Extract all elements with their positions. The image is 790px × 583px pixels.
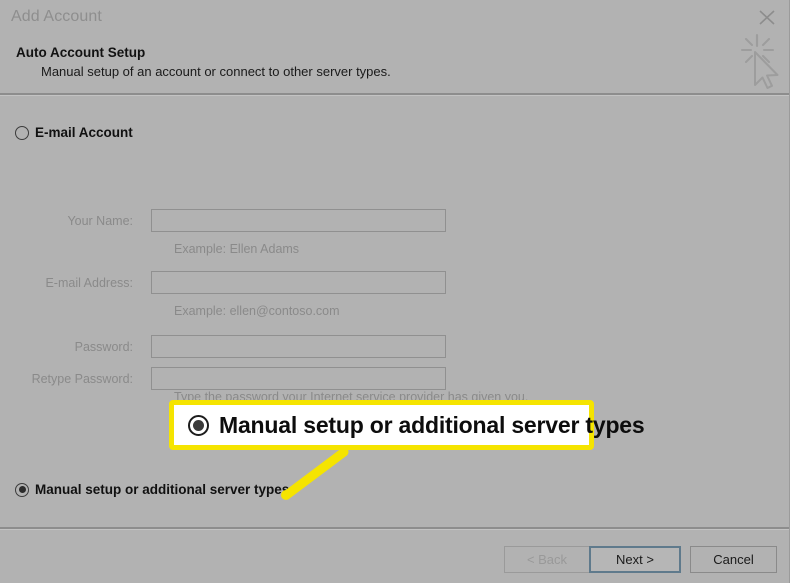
your-name-input[interactable] — [151, 209, 446, 232]
radio-email-account-label: E-mail Account — [35, 125, 133, 140]
cancel-button[interactable]: Cancel — [690, 546, 777, 573]
password-label: Password: — [74, 340, 133, 354]
radio-email-account[interactable]: E-mail Account — [15, 125, 133, 140]
email-address-hint: Example: ellen@contoso.com — [174, 304, 340, 318]
password-input[interactable] — [151, 335, 446, 358]
page-subtitle: Manual setup of an account or connect to… — [41, 64, 391, 79]
radio-circle-icon — [15, 125, 29, 140]
radio-manual-setup[interactable]: Manual setup or additional server types — [15, 482, 289, 497]
your-name-label: Your Name: — [67, 214, 133, 228]
callout-manual-setup: Manual setup or additional server types — [169, 400, 645, 450]
callout-radio-selected-icon — [188, 414, 209, 436]
add-account-dialog: Add Account Auto Account Setup Manual se… — [0, 0, 790, 583]
back-button[interactable]: < Back — [504, 546, 590, 573]
retype-password-input[interactable] — [151, 367, 446, 390]
window-title: Add Account — [11, 8, 102, 25]
dialog-header: Auto Account Setup Manual setup of an ac… — [0, 34, 790, 93]
radio-circle-selected-icon — [15, 482, 29, 497]
callout-label: Manual setup or additional server types — [219, 411, 645, 438]
your-name-hint: Example: Ellen Adams — [174, 242, 300, 256]
footer-divider — [0, 527, 790, 530]
radio-manual-setup-label: Manual setup or additional server types — [35, 482, 290, 497]
title-bar: Add Account — [0, 0, 790, 34]
close-icon[interactable] — [756, 7, 778, 27]
header-divider — [0, 93, 790, 96]
dialog-footer: < Back Next > Cancel — [0, 530, 790, 583]
next-button[interactable]: Next > — [589, 546, 681, 573]
dialog-body: E-mail Account Your Name: Example: Ellen… — [0, 96, 790, 527]
email-address-label: E-mail Address: — [45, 276, 133, 290]
magic-wand-cursor-icon — [736, 33, 786, 91]
retype-password-label: Retype Password: — [31, 372, 133, 386]
page-title: Auto Account Setup — [16, 45, 146, 60]
email-address-input[interactable] — [151, 271, 446, 294]
